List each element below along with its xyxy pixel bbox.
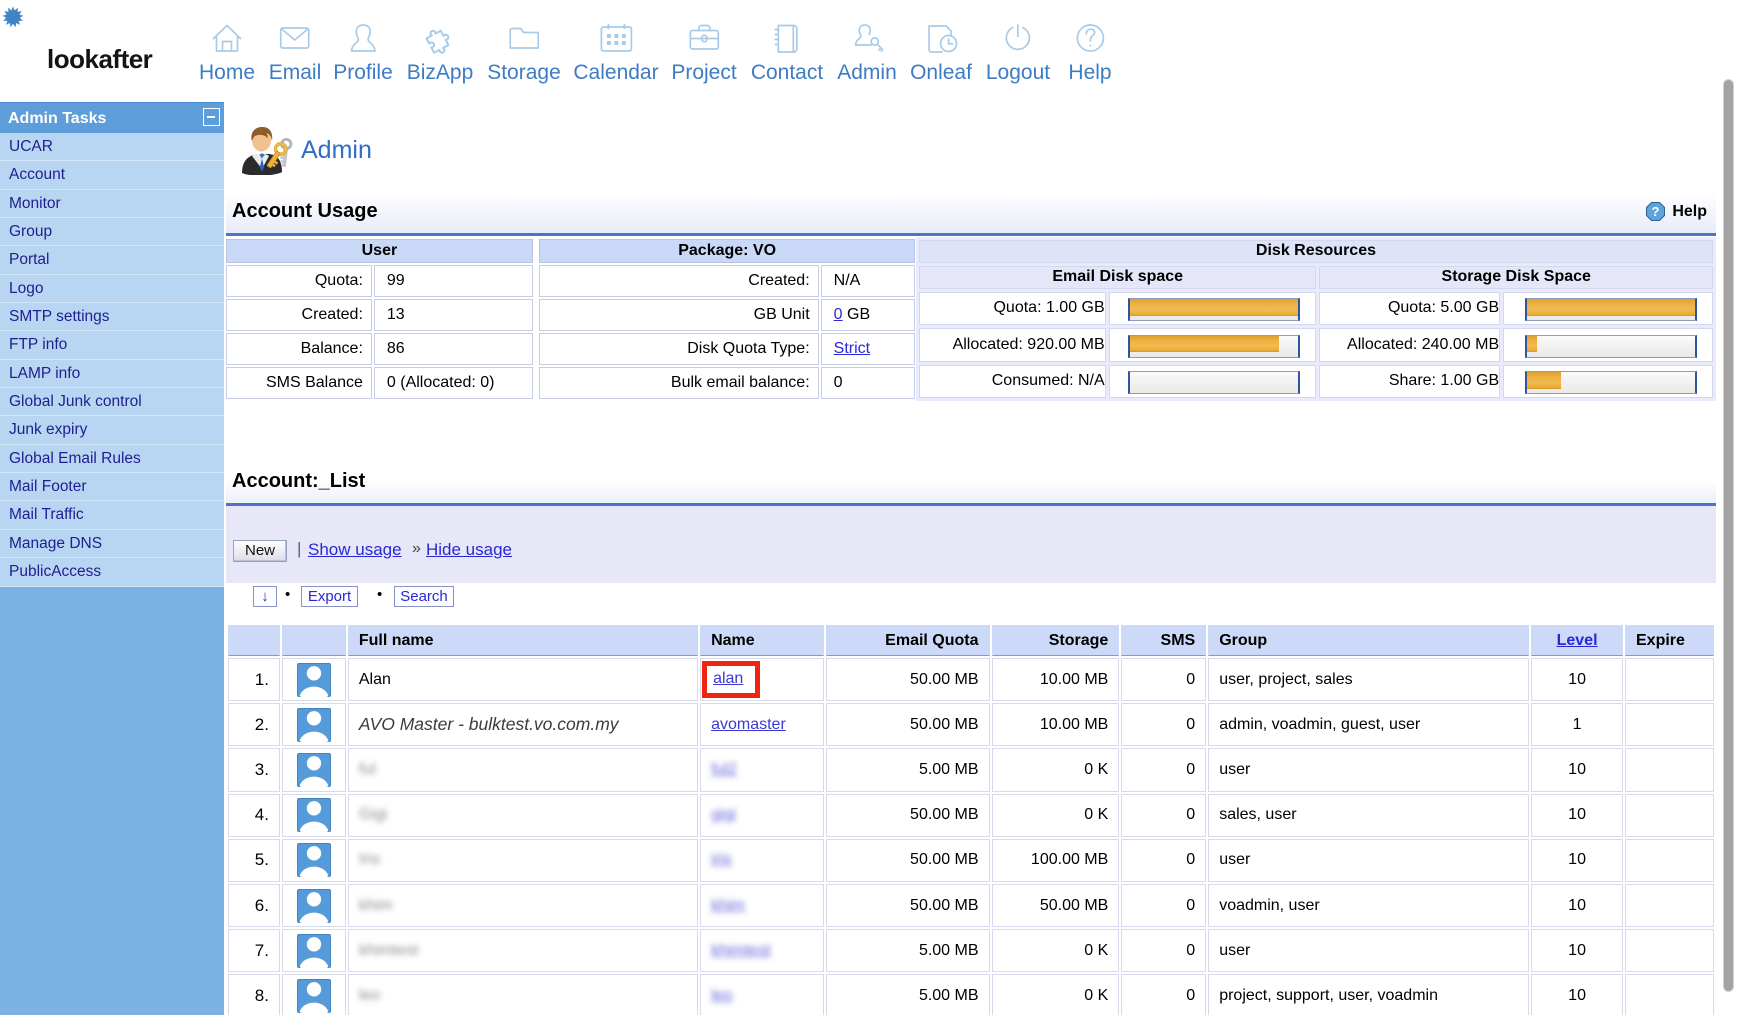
svg-text:?: ? [1652, 204, 1660, 219]
